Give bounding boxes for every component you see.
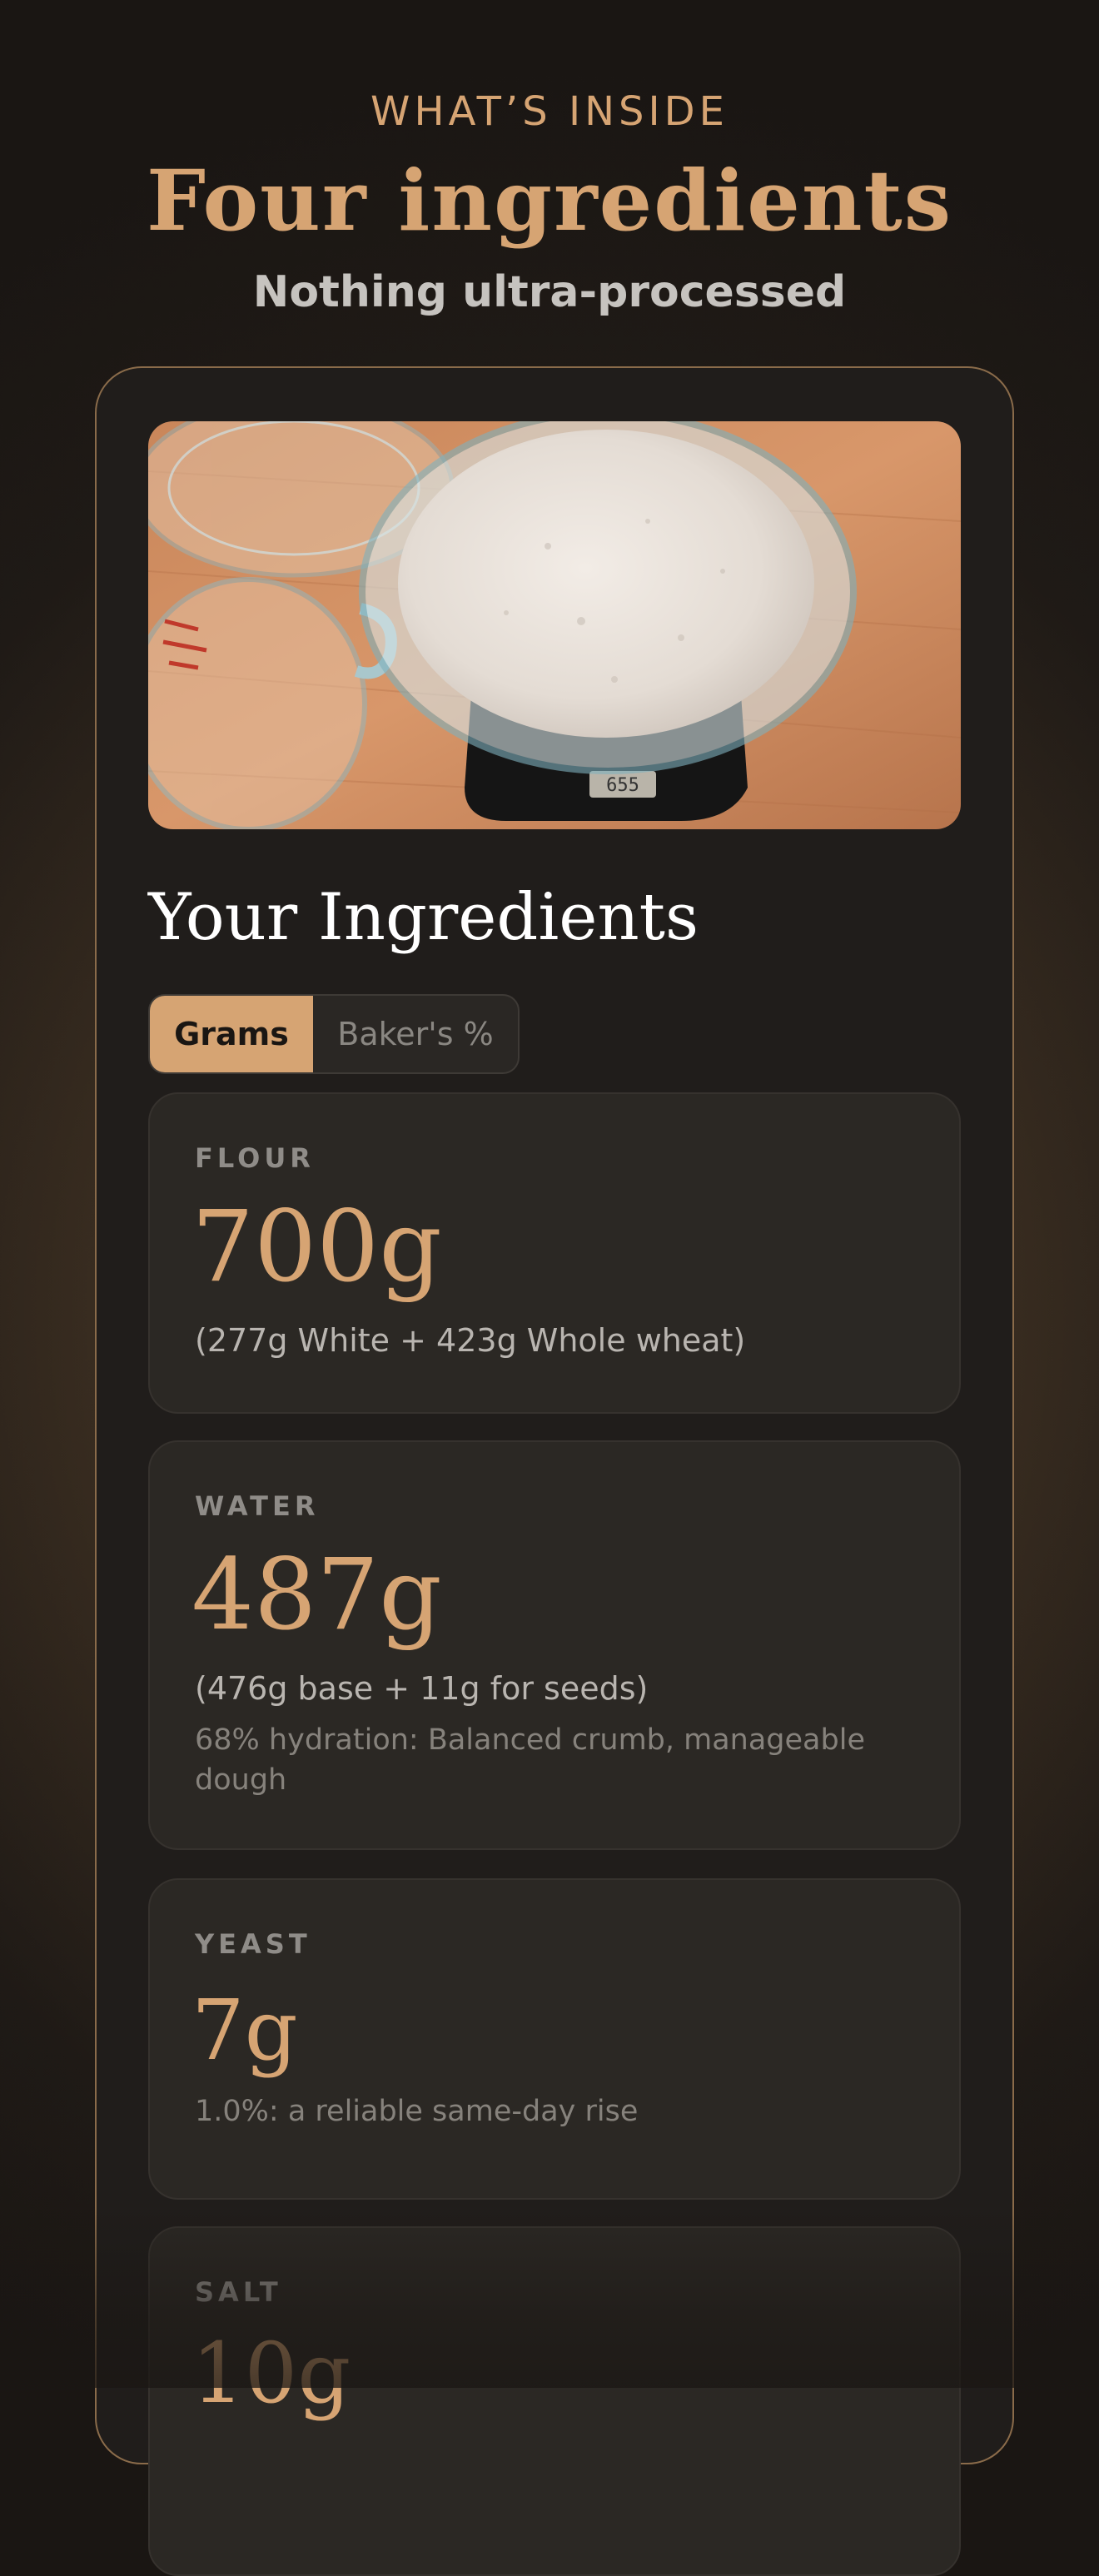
ingredient-amount: 7g (191, 1982, 298, 2079)
ingredient-detail: (476g base + 11g for seeds) (195, 1670, 649, 1707)
ingredient-amount: 700g (191, 1189, 442, 1304)
page-title: Four ingredients (146, 152, 953, 250)
ingredient-amount: 487g (191, 1537, 442, 1652)
ingredient-card-yeast: YEAST 7g 1.0%: a reliable same-day rise (148, 1878, 961, 2200)
ingredient-card-flour: FLOUR 700g (277g White + 423g Whole whea… (148, 1092, 961, 1414)
toggle-grams-button[interactable]: Grams (150, 996, 313, 1072)
ingredient-note: 1.0%: a reliable same-day rise (195, 2095, 639, 2128)
page-subtitle: Nothing ultra-processed (252, 267, 847, 317)
ingredient-label: SALT (195, 2276, 282, 2308)
ingredient-note: 68% hydration: Balanced crumb, manageabl… (195, 1723, 865, 1797)
unit-toggle: Grams Baker's % (148, 994, 520, 1074)
ingredients-card: 655 Your Ingredients Grams Baker's % FLO… (95, 366, 1014, 2576)
ingredient-label: WATER (195, 1490, 320, 1522)
flour-on-scale-photo: 655 (148, 421, 961, 829)
ingredient-card-salt: SALT 10g (148, 2226, 961, 2576)
ingredient-label: FLOUR (195, 1142, 315, 1174)
ingredient-detail: (277g White + 423g Whole wheat) (195, 1322, 746, 1359)
scale-display-text: 655 (606, 775, 639, 796)
ingredients-heading: Your Ingredients (148, 880, 699, 955)
toggle-bakers-percent-button[interactable]: Baker's % (313, 996, 518, 1072)
ingredient-amount: 10g (191, 2325, 351, 2422)
section-eyebrow: WHAT’S INSIDE (370, 88, 729, 135)
ingredient-card-water: WATER 487g (476g base + 11g for seeds) 6… (148, 1440, 961, 1850)
ingredient-label: YEAST (195, 1928, 311, 1960)
